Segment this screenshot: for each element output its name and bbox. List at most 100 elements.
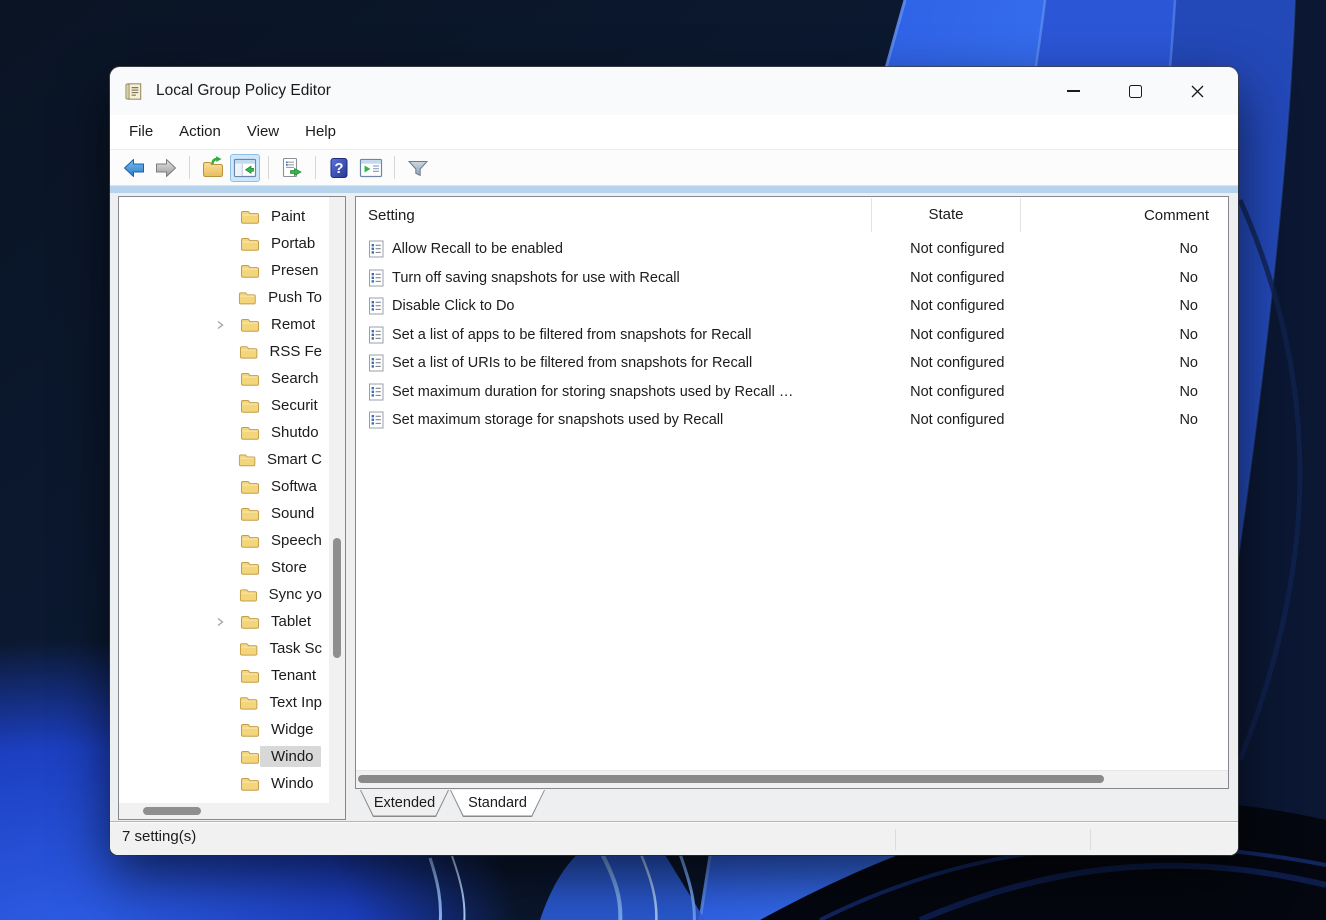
tree-horizontal-scrollbar[interactable]	[119, 803, 329, 819]
setting-state: Not configured	[882, 298, 1032, 314]
tree-item-tablet[interactable]: Tablet	[119, 608, 329, 635]
setting-row[interactable]: Turn off saving snapshots for use with R…	[356, 264, 1228, 293]
tree-item-presentation[interactable]: Presen	[119, 257, 329, 284]
column-header-setting[interactable]: Setting	[356, 207, 871, 224]
toolbar-separator	[315, 156, 316, 179]
up-one-level-button[interactable]	[198, 154, 228, 182]
tree-item-tenant[interactable]: Tenant	[119, 662, 329, 689]
folder-icon	[240, 560, 260, 576]
toolbar-separator	[394, 156, 395, 179]
tree-item-push-to[interactable]: Push To	[119, 284, 329, 311]
chevron-right-icon[interactable]	[215, 617, 225, 627]
maximize-button[interactable]	[1104, 67, 1166, 115]
folder-icon	[239, 587, 258, 603]
settings-list: Allow Recall to be enabled Not configure…	[356, 235, 1228, 435]
desktop: Local Group Policy Editor File Action Vi…	[0, 0, 1326, 920]
setting-name: Allow Recall to be enabled	[392, 241, 882, 257]
gpedit-app-icon	[123, 80, 146, 103]
tree-item-label: Smart C	[267, 451, 322, 468]
folder-icon	[240, 371, 260, 387]
show-action-pane-icon	[358, 155, 384, 181]
menu-file[interactable]: File	[116, 115, 166, 149]
show-console-tree-icon	[232, 155, 258, 181]
tree-item-shutdown[interactable]: Shutdo	[119, 419, 329, 446]
scrollbar-corner	[329, 803, 345, 819]
tree-item-speech[interactable]: Speech	[119, 527, 329, 554]
column-header-state[interactable]: State	[871, 198, 1021, 232]
setting-comment: No	[1032, 241, 1228, 257]
tree-item-label: Securit	[271, 397, 318, 414]
setting-row[interactable]: Set a list of URIs to be filtered from s…	[356, 349, 1228, 378]
folder-icon	[240, 425, 260, 441]
chevron-right-icon[interactable]	[215, 320, 225, 330]
back-button[interactable]	[119, 154, 149, 182]
tree-item-software[interactable]: Softwa	[119, 473, 329, 500]
forward-button[interactable]	[151, 154, 181, 182]
tree-item-store[interactable]: Store	[119, 554, 329, 581]
filter-button[interactable]	[403, 154, 433, 182]
help-button[interactable]: ?	[324, 154, 354, 182]
folder-icon	[240, 722, 260, 738]
folder-icon	[238, 290, 257, 306]
tree-item-windows-2[interactable]: Windo	[119, 770, 329, 797]
console-tree: Paint Portab Presen Push To Remot RSS Fe…	[119, 197, 329, 803]
tree-item-sync-your-settings[interactable]: Sync yo	[119, 581, 329, 608]
menu-action[interactable]: Action	[166, 115, 234, 149]
setting-row[interactable]: Set maximum duration for storing snapsho…	[356, 378, 1228, 407]
column-header-comment[interactable]: Comment	[1021, 207, 1217, 224]
status-bar: 7 setting(s)	[110, 821, 1238, 855]
tree-hscroll-thumb[interactable]	[143, 807, 201, 815]
folder-icon	[239, 641, 258, 657]
tree-item-rss-feeds[interactable]: RSS Fe	[119, 338, 329, 365]
tree-item-smart-card[interactable]: Smart C	[119, 446, 329, 473]
tree-item-sound[interactable]: Sound	[119, 500, 329, 527]
tree-item-search[interactable]: Search	[119, 365, 329, 392]
list-horizontal-scrollbar[interactable]	[356, 770, 1228, 788]
show-console-tree-button[interactable]	[230, 154, 260, 182]
help-icon: ?	[326, 155, 352, 181]
menu-view[interactable]: View	[234, 115, 292, 149]
tree-item-paint[interactable]: Paint	[119, 203, 329, 230]
setting-comment: No	[1032, 298, 1228, 314]
tree-item-task-scheduler[interactable]: Task Sc	[119, 635, 329, 662]
tree-item-label: Text Inp	[269, 694, 322, 711]
window-title: Local Group Policy Editor	[156, 82, 331, 100]
folder-icon	[240, 533, 260, 549]
window-controls	[1042, 67, 1228, 115]
setting-row[interactable]: Set maximum storage for snapshots used b…	[356, 406, 1228, 435]
tree-item-label: Search	[271, 370, 319, 387]
close-button[interactable]	[1166, 67, 1228, 115]
tree-item-remote[interactable]: Remot	[119, 311, 329, 338]
tree-item-security[interactable]: Securit	[119, 392, 329, 419]
up-one-level-icon	[200, 155, 226, 181]
setting-row[interactable]: Disable Click to Do Not configured No	[356, 292, 1228, 321]
toolbar-separator	[189, 156, 190, 179]
folder-icon	[238, 452, 256, 468]
status-text: 7 setting(s)	[122, 828, 196, 845]
tree-item-windows-selected[interactable]: Windo	[119, 743, 329, 770]
tab-extended[interactable]: Extended	[360, 790, 449, 817]
setting-row[interactable]: Allow Recall to be enabled Not configure…	[356, 235, 1228, 264]
setting-state: Not configured	[882, 327, 1032, 343]
titlebar[interactable]: Local Group Policy Editor	[110, 67, 1238, 115]
forward-arrow-icon	[153, 155, 179, 181]
tree-vscroll-thumb[interactable]	[333, 538, 341, 658]
minimize-button[interactable]	[1042, 67, 1104, 115]
list-hscroll-thumb[interactable]	[358, 775, 1104, 783]
tree-item-label: Sync yo	[269, 586, 322, 603]
show-action-pane-button[interactable]	[356, 154, 386, 182]
tree-item-label: Remot	[271, 316, 315, 333]
setting-name: Set a list of URIs to be filtered from s…	[392, 355, 882, 371]
export-list-button[interactable]	[277, 154, 307, 182]
tree-item-portable[interactable]: Portab	[119, 230, 329, 257]
tab-standard[interactable]: Standard	[450, 790, 545, 817]
folder-icon	[240, 776, 260, 792]
menu-bar: File Action View Help	[110, 115, 1238, 150]
tree-item-text-input[interactable]: Text Inp	[119, 689, 329, 716]
menu-help[interactable]: Help	[292, 115, 349, 149]
filter-icon	[405, 155, 431, 181]
folder-icon	[240, 317, 260, 333]
setting-row[interactable]: Set a list of apps to be filtered from s…	[356, 321, 1228, 350]
tree-vertical-scrollbar[interactable]	[329, 197, 345, 803]
tree-item-widgets[interactable]: Widge	[119, 716, 329, 743]
